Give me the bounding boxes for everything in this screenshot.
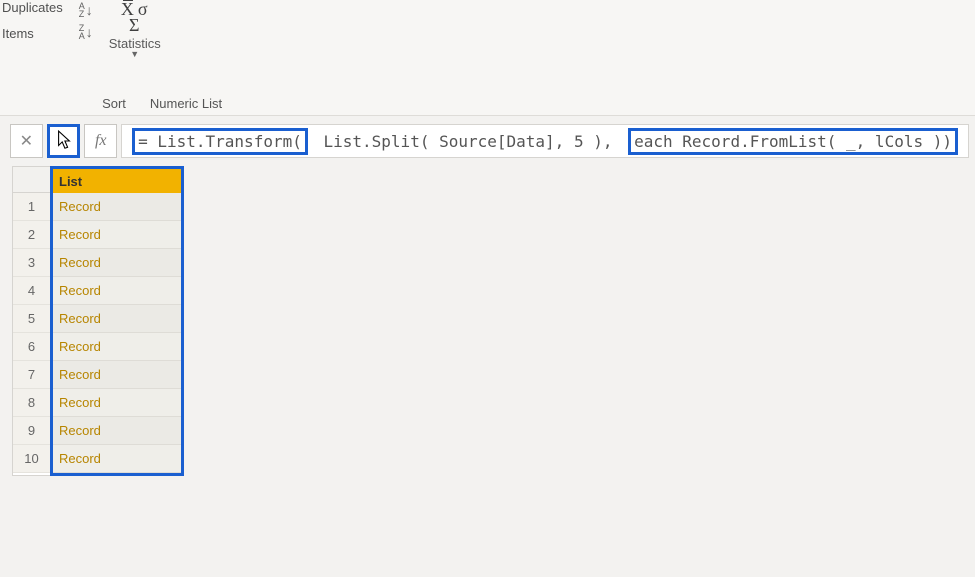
- ribbon: Duplicates Items AZ↓ ZA↓ Xσ Σ Statistics…: [0, 0, 975, 94]
- ribbon-item-items[interactable]: Items: [2, 26, 34, 42]
- close-icon: ✕: [20, 131, 33, 151]
- formula-part-each: each Record.FromList( _, lCols )): [628, 128, 958, 155]
- sort-ascending-button[interactable]: AZ↓: [79, 2, 93, 18]
- row-number[interactable]: 10: [13, 445, 50, 473]
- list-column: List Record Record Record Record Record …: [50, 166, 184, 476]
- chevron-down-icon[interactable]: ▼: [130, 49, 139, 59]
- list-item[interactable]: Record: [53, 417, 181, 445]
- ribbon-item-duplicates[interactable]: Duplicates: [2, 0, 63, 16]
- sort-descending-button[interactable]: ZA↓: [79, 24, 93, 40]
- row-number[interactable]: 5: [13, 305, 50, 333]
- row-number[interactable]: 9: [13, 417, 50, 445]
- formula-bar: ✕ fx = List.Transform( List.Split( Sourc…: [0, 116, 975, 166]
- ribbon-statistics-group: Xσ Σ Statistics ▼: [101, 0, 169, 90]
- list-item[interactable]: Record: [53, 305, 181, 333]
- list-item[interactable]: Record: [53, 361, 181, 389]
- list-item[interactable]: Record: [53, 277, 181, 305]
- fx-icon: fx: [95, 132, 107, 150]
- list-item[interactable]: Record: [53, 221, 181, 249]
- row-number-gutter: 1 2 3 4 5 6 7 8 9 10: [12, 166, 50, 476]
- cursor-pointer-icon: [55, 129, 73, 153]
- ribbon-group-numlist-label: Numeric List: [136, 96, 236, 111]
- row-number[interactable]: 2: [13, 221, 50, 249]
- list-item[interactable]: Record: [53, 249, 181, 277]
- list-item[interactable]: Record: [53, 389, 181, 417]
- list-header[interactable]: List: [53, 169, 181, 193]
- ribbon-left-group: Duplicates Items: [0, 0, 71, 90]
- list-item[interactable]: Record: [53, 333, 181, 361]
- formula-part-split: List.Split( Source[Data], 5 ),: [314, 132, 622, 151]
- ribbon-sort-group: AZ↓ ZA↓: [71, 0, 101, 90]
- list-item[interactable]: Record: [53, 193, 181, 221]
- formula-part-transform: = List.Transform(: [132, 128, 308, 155]
- row-number[interactable]: 4: [13, 277, 50, 305]
- results-area: 1 2 3 4 5 6 7 8 9 10 List Record Record …: [0, 166, 975, 476]
- list-item[interactable]: Record: [53, 445, 181, 473]
- statistics-icon: Xσ: [121, 0, 149, 18]
- ribbon-group-labels: Sort Numeric List: [0, 94, 975, 116]
- fx-button[interactable]: fx: [84, 124, 117, 158]
- ribbon-group-sort-label: Sort: [92, 96, 136, 111]
- row-number[interactable]: 7: [13, 361, 50, 389]
- row-number[interactable]: 8: [13, 389, 50, 417]
- cancel-button[interactable]: ✕: [10, 124, 43, 158]
- row-number[interactable]: 6: [13, 333, 50, 361]
- row-number[interactable]: 1: [13, 193, 50, 221]
- formula-input[interactable]: = List.Transform( List.Split( Source[Dat…: [121, 124, 969, 158]
- gutter-header: [13, 167, 50, 193]
- row-number[interactable]: 3: [13, 249, 50, 277]
- confirm-button[interactable]: [47, 124, 81, 158]
